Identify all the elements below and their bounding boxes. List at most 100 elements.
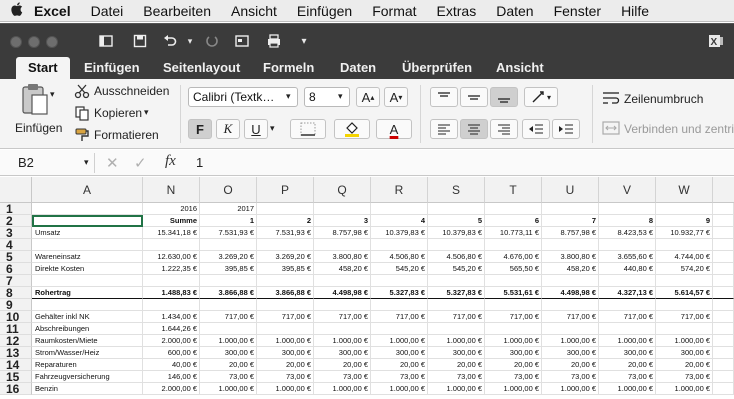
- cell[interactable]: 4.506,80 €: [371, 251, 428, 263]
- customize-toolbar-icon[interactable]: ▾: [294, 32, 314, 50]
- spreadsheet-grid[interactable]: A N O P Q R S T U V W 1 2016 2017 2 Summe 1 2 3 4 5 6 7 8 9 3 Umsa…: [0, 177, 734, 399]
- cell[interactable]: Rohertrag: [32, 287, 143, 299]
- cell[interactable]: 1.000,00 €: [200, 335, 257, 347]
- cell[interactable]: [542, 275, 599, 287]
- cell[interactable]: 3: [314, 215, 371, 227]
- cell-partial[interactable]: [713, 251, 734, 263]
- cell[interactable]: [599, 275, 656, 287]
- name-box-dropdown-icon[interactable]: ▾: [84, 157, 89, 168]
- cell[interactable]: [371, 275, 428, 287]
- cut-button[interactable]: Ausschneiden: [94, 84, 169, 98]
- cell[interactable]: 2016: [143, 203, 200, 215]
- cell[interactable]: 1.644,26 €: [143, 323, 200, 335]
- cell[interactable]: [143, 275, 200, 287]
- cell-partial[interactable]: [713, 359, 734, 371]
- cell[interactable]: 1.000,00 €: [371, 335, 428, 347]
- cell[interactable]: Benzin: [32, 383, 143, 395]
- cell[interactable]: [542, 299, 599, 311]
- row-header[interactable]: 7: [0, 275, 32, 287]
- menu-ansicht[interactable]: Ansicht: [231, 3, 277, 19]
- cell[interactable]: Abschreibungen: [32, 323, 143, 335]
- column-header-u[interactable]: U: [542, 177, 599, 203]
- cell[interactable]: [485, 203, 542, 215]
- cell[interactable]: 7.531,93 €: [200, 227, 257, 239]
- cell-partial[interactable]: [713, 275, 734, 287]
- cell[interactable]: [32, 239, 143, 251]
- cell[interactable]: 1.000,00 €: [542, 335, 599, 347]
- cell[interactable]: 600,00 €: [143, 347, 200, 359]
- cell[interactable]: Fahrzeugversicherung: [32, 371, 143, 383]
- minimize-window-button[interactable]: [28, 36, 40, 48]
- cell[interactable]: 73,00 €: [200, 371, 257, 383]
- row-header[interactable]: 16: [0, 383, 32, 395]
- borders-button[interactable]: [290, 119, 326, 139]
- cell[interactable]: 717,00 €: [428, 311, 485, 323]
- cell[interactable]: 545,20 €: [428, 263, 485, 275]
- cell[interactable]: 574,20 €: [656, 263, 713, 275]
- row-header[interactable]: 1: [0, 203, 32, 215]
- paste-button-label[interactable]: Einfügen: [15, 121, 62, 135]
- cell[interactable]: Strom/Wasser/Heiz: [32, 347, 143, 359]
- print-preview-icon[interactable]: [232, 32, 252, 50]
- text-orientation-button[interactable]: ▾: [524, 87, 558, 107]
- cell[interactable]: 717,00 €: [200, 311, 257, 323]
- column-header-q[interactable]: Q: [314, 177, 371, 203]
- cell-partial[interactable]: [713, 239, 734, 251]
- cell[interactable]: [656, 275, 713, 287]
- save-icon[interactable]: [130, 32, 150, 50]
- cell[interactable]: [314, 323, 371, 335]
- cell[interactable]: 1.000,00 €: [485, 335, 542, 347]
- cell[interactable]: 1.000,00 €: [656, 383, 713, 395]
- cell[interactable]: 5: [428, 215, 485, 227]
- print-icon[interactable]: [264, 32, 284, 50]
- column-header-a[interactable]: A: [32, 177, 143, 203]
- cell[interactable]: 1.488,83 €: [143, 287, 200, 299]
- cell[interactable]: 300,00 €: [428, 347, 485, 359]
- cell[interactable]: 3.866,88 €: [200, 287, 257, 299]
- italic-button[interactable]: K: [216, 119, 240, 139]
- cell[interactable]: [257, 323, 314, 335]
- cell[interactable]: 4: [371, 215, 428, 227]
- cell[interactable]: Direkte Kosten: [32, 263, 143, 275]
- tab-ueberpruefen[interactable]: Überprüfen: [402, 57, 472, 79]
- cell[interactable]: 15.341,18 €: [143, 227, 200, 239]
- underline-button[interactable]: U: [244, 119, 268, 139]
- cell[interactable]: [485, 239, 542, 251]
- cell[interactable]: 73,00 €: [314, 371, 371, 383]
- cell[interactable]: [371, 203, 428, 215]
- copy-button[interactable]: Kopieren: [94, 106, 142, 120]
- cell[interactable]: 1.222,35 €: [143, 263, 200, 275]
- cell[interactable]: 10.932,77 €: [656, 227, 713, 239]
- cell[interactable]: 8.423,53 €: [599, 227, 656, 239]
- cell[interactable]: 10.379,83 €: [428, 227, 485, 239]
- apple-menu-icon[interactable]: [0, 1, 34, 20]
- close-window-button[interactable]: [10, 36, 22, 48]
- cell[interactable]: [656, 239, 713, 251]
- cell-partial[interactable]: [713, 203, 734, 215]
- cell[interactable]: 3.800,80 €: [542, 251, 599, 263]
- cell[interactable]: 717,00 €: [599, 311, 656, 323]
- cell[interactable]: 3.269,20 €: [200, 251, 257, 263]
- column-header-t[interactable]: T: [485, 177, 542, 203]
- cell[interactable]: 8.757,98 €: [314, 227, 371, 239]
- cell[interactable]: 4.498,98 €: [314, 287, 371, 299]
- cell[interactable]: 1.000,00 €: [314, 335, 371, 347]
- decrease-font-size-button[interactable]: A ▾: [384, 87, 408, 107]
- row-header[interactable]: 3: [0, 227, 32, 239]
- cell[interactable]: 4.676,00 €: [485, 251, 542, 263]
- menu-bearbeiten[interactable]: Bearbeiten: [143, 3, 211, 19]
- cell[interactable]: [32, 275, 143, 287]
- cell[interactable]: [371, 239, 428, 251]
- cell[interactable]: 1.000,00 €: [428, 335, 485, 347]
- align-right-button[interactable]: [490, 119, 518, 139]
- tab-daten[interactable]: Daten: [340, 57, 376, 79]
- format-painter-button[interactable]: Formatieren: [94, 128, 159, 142]
- cell[interactable]: [314, 239, 371, 251]
- row-header[interactable]: 8: [0, 287, 32, 299]
- cell[interactable]: [485, 275, 542, 287]
- cell[interactable]: 1.000,00 €: [485, 383, 542, 395]
- cell[interactable]: 5.614,57 €: [656, 287, 713, 299]
- font-size-select[interactable]: 8: [304, 87, 350, 107]
- insert-function-icon[interactable]: fx: [165, 153, 176, 170]
- cell-partial[interactable]: [713, 335, 734, 347]
